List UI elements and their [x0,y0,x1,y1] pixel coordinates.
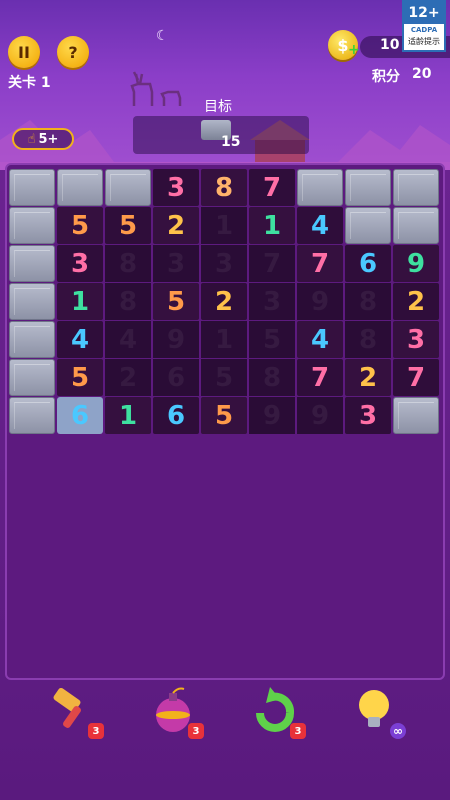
selected-number-cell[interactable]: 6 [57,397,103,434]
stone-block-cell[interactable] [9,359,55,396]
number-cell[interactable]: 8 [201,169,247,206]
number-cell[interactable]: 5 [57,207,103,244]
stone-block-cell[interactable] [9,207,55,244]
hint-value: 5+ [38,131,59,147]
stone-block-cell[interactable] [105,169,151,206]
cleared-number-cell[interactable]: 3 [153,245,199,282]
number-cell[interactable]: 2 [153,207,199,244]
stone-block-cell[interactable] [297,169,343,206]
stone-block-cell[interactable] [393,169,439,206]
cleared-number-cell[interactable]: 9 [297,397,343,434]
hint-count: ∞ [390,723,406,739]
age-rating-note: 适龄提示 [408,37,440,46]
cleared-number-cell[interactable]: 5 [201,359,247,396]
add-coins-icon[interactable]: + [348,42,360,58]
hint-tool-button[interactable]: ∞ [350,685,410,741]
hint-counter[interactable]: ☝ 5+ [12,128,74,150]
cleared-number-cell[interactable]: 8 [345,321,391,358]
age-rating: 12+ [404,2,444,24]
bomb-count: 3 [188,723,204,739]
stone-block-cell[interactable] [9,283,55,320]
score-label: 积分 [372,69,400,85]
number-cell[interactable]: 6 [153,397,199,434]
stone-block-cell[interactable] [345,169,391,206]
stone-block-cell[interactable] [9,245,55,282]
number-cell[interactable]: 6 [345,245,391,282]
cleared-number-cell[interactable]: 2 [105,359,151,396]
number-cell[interactable]: 7 [297,359,343,396]
help-button[interactable]: ? [57,36,89,68]
stone-block-cell[interactable] [9,169,55,206]
number-cell[interactable]: 2 [345,359,391,396]
number-cell[interactable]: 1 [105,397,151,434]
cleared-number-cell[interactable]: 1 [201,207,247,244]
score-value: 20 [412,66,432,82]
stone-block-cell[interactable] [393,397,439,434]
number-cell[interactable]: 5 [201,397,247,434]
number-cell[interactable]: 9 [393,245,439,282]
number-cell[interactable]: 4 [297,207,343,244]
cleared-number-cell[interactable]: 9 [297,283,343,320]
deer-silhouette-icon [130,71,182,106]
cleared-number-cell[interactable]: 8 [249,359,295,396]
cleared-number-cell[interactable]: 6 [153,359,199,396]
pause-button[interactable]: II [8,36,40,68]
hand-icon: ☝ [27,131,36,147]
stone-block-cell[interactable] [57,169,103,206]
pause-icon: II [18,42,30,62]
number-cell[interactable]: 3 [57,245,103,282]
cleared-number-cell[interactable]: 5 [249,321,295,358]
number-cell[interactable]: 7 [249,169,295,206]
game-board: 3875521143833776918523982449154835265872… [5,163,445,680]
number-cell[interactable]: 7 [297,245,343,282]
number-cell[interactable]: 4 [57,321,103,358]
level-label: 关卡 1 [8,75,51,91]
number-cell[interactable]: 3 [345,397,391,434]
refresh-count: 3 [290,723,306,739]
number-cell[interactable]: 3 [153,169,199,206]
refresh-tool-button[interactable]: 3 [250,685,310,741]
cleared-number-cell[interactable]: 9 [153,321,199,358]
age-rating-org: CADPA [410,26,438,34]
stone-block-cell[interactable] [393,207,439,244]
number-cell[interactable]: 7 [393,359,439,396]
number-cell[interactable]: 5 [105,207,151,244]
goal-title: 目标 [204,99,232,115]
bomb-tool-button[interactable]: 3 [148,685,208,741]
number-cell[interactable]: 4 [297,321,343,358]
number-cell[interactable]: 1 [249,207,295,244]
hammer-tool-button[interactable]: 3 [48,685,108,741]
cleared-number-cell[interactable]: 1 [201,321,247,358]
cleared-number-cell[interactable]: 3 [201,245,247,282]
number-cell[interactable]: 1 [57,283,103,320]
number-cell[interactable]: 2 [201,283,247,320]
cleared-number-cell[interactable]: 8 [345,283,391,320]
stone-block-cell[interactable] [9,397,55,434]
moon-icon: ☾ [156,28,169,44]
cleared-number-cell[interactable]: 8 [105,245,151,282]
stone-block-cell[interactable] [9,321,55,358]
number-cell[interactable]: 2 [393,283,439,320]
coin-amount: 10 [380,37,400,53]
cleared-number-cell[interactable]: 3 [249,283,295,320]
number-cell[interactable]: 3 [393,321,439,358]
cleared-number-cell[interactable]: 9 [249,397,295,434]
help-icon: ? [68,42,78,62]
goal-panel: 15 [133,116,309,154]
cleared-number-cell[interactable]: 7 [249,245,295,282]
stone-block-cell[interactable] [345,207,391,244]
hammer-count: 3 [88,723,104,739]
age-rating-badge: 12+ CADPA 适龄提示 [402,0,446,52]
number-cell[interactable]: 5 [153,283,199,320]
goal-count: 15 [221,134,241,150]
cleared-number-cell[interactable]: 8 [105,283,151,320]
number-cell[interactable]: 5 [57,359,103,396]
cleared-number-cell[interactable]: 4 [105,321,151,358]
